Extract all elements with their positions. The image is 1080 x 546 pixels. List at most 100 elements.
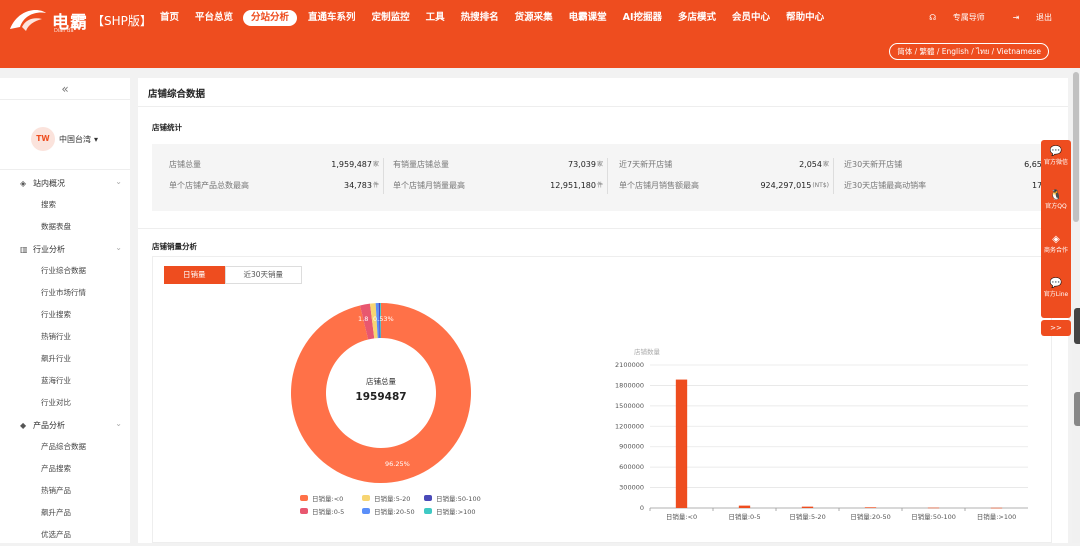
sidebar-item[interactable]: 行业搜索 [0,304,130,326]
brand-subtitle: Dian Ba [54,28,74,34]
legend-item[interactable]: 日销量:20-50 [362,504,424,517]
nav-item[interactable]: 分站分析 [243,10,298,26]
sidebar-item[interactable]: 行业市场行情 [0,282,130,304]
stat-label: 近30天店铺最高动销率 [844,181,927,190]
stat-unit: 件 [372,182,379,189]
nav-item[interactable]: 热搜排名 [461,10,499,26]
logout-link[interactable]: ⇥ 退出 [999,12,1052,23]
sidebar-section[interactable]: ◈ 站内概况 ⌄ [0,172,130,194]
nav-item[interactable]: 帮助中心 [786,10,824,26]
side-tool-button[interactable]: 💬 官方微信 [1041,140,1071,184]
tab-daily-sales[interactable]: 日销量 [164,266,225,284]
handshake-icon: ◈ [1052,234,1060,245]
legend-label: 日销量:<0 [312,494,344,503]
stat-label: 店铺总量 [169,160,201,169]
side-tool-label: 官方QQ [1045,203,1067,210]
sidebar-item[interactable]: 数据表盘 [0,216,130,238]
stat-column: 店铺总量 1,959,487家 单个店铺产品总数最高 34,783件 [169,158,379,200]
logo-icon [10,10,46,31]
sidebar-section-label: 产品分析 [33,420,65,430]
region-label: 中国台湾 [59,134,91,144]
sales-tabs: 日销量 近30天销量 [164,266,303,284]
analysis-section-title: 店铺销量分析 [152,242,197,251]
nav-item[interactable]: 货源采集 [515,10,553,26]
legend-label: 日销量:5-20 [374,494,411,503]
donut-center-value: 1959487 [355,391,407,403]
nav-item[interactable]: 多店模式 [678,10,716,26]
nav-item[interactable]: 会员中心 [732,10,770,26]
page-title: 店铺综合数据 [148,89,206,100]
side-tool-label: 官方Line [1043,291,1069,298]
region-selector[interactable]: TW 中国台湾 ▾ [31,127,98,151]
nav-item[interactable]: AI挖掘器 [623,10,662,26]
y-tick-label: 0 [640,504,644,512]
stat-row: 近30天店铺最高动销率177% [844,179,1054,200]
stat-value: 34,783 [343,181,372,190]
y-tick-label: 600000 [619,463,644,471]
brand-logo[interactable]: 电霸 【SHP版】 Dian Ba [8,6,152,34]
side-tool-button[interactable]: ◈ 商务合作 [1041,228,1071,272]
nav-item[interactable]: 直通车系列 [308,10,356,26]
legend-item[interactable]: 日销量:<0 [300,491,362,504]
stat-separator [607,158,608,194]
nav-item[interactable]: 平台总览 [195,10,233,26]
nav-item[interactable]: 电霸课堂 [569,10,607,26]
floating-tab-dark[interactable] [1074,308,1080,344]
bar[interactable] [738,505,751,508]
sidebar-item[interactable]: 产品综合数据 [0,436,130,458]
donut-center-title: 店铺总量 [366,377,396,386]
legend-label: 日销量:>100 [436,507,476,516]
sidebar-item[interactable]: 搜索 [0,194,130,216]
stat-label: 近7天新开店铺 [619,160,673,169]
tab-30day-sales[interactable]: 近30天销量 [224,266,303,284]
stat-unit: 家 [596,161,603,168]
bar[interactable] [864,507,877,508]
stat-column: 近7天新开店铺 2,054家 单个店铺月销售额最高 924,297,015(NT$) [619,158,829,200]
guide-link[interactable]: ☊ 专属导师 [915,12,985,23]
language-switcher[interactable]: 简体 / 繁體 / English / ไทย / Vietnamese [889,43,1049,60]
stat-value: 12,951,180 [550,181,596,190]
legend-item[interactable]: 日销量:5-20 [362,491,424,504]
sidebar-item[interactable]: 飙升行业 [0,348,130,370]
sidebar-item[interactable]: 热销行业 [0,326,130,348]
region-badge: TW [31,127,55,151]
slice-label: 1.8 [358,315,369,323]
sidebar-item[interactable]: 蓝海行业 [0,370,130,392]
side-tool-button[interactable]: 🐧 官方QQ [1041,184,1071,228]
stat-column: 有销量店铺总量 73,039家 单个店铺月销量最高 12,951,180件 [393,158,603,200]
sidebar-section[interactable]: ◆ 产品分析 ⌄ [0,414,130,436]
legend-item[interactable]: 日销量:0-5 [300,504,362,517]
legend-item[interactable]: 日销量:50-100 [424,491,486,504]
y-tick-label: 300000 [619,484,644,492]
bar[interactable] [801,506,814,508]
nav-item[interactable]: 工具 [426,10,445,26]
bar[interactable] [990,507,1003,509]
side-tool-button[interactable]: 💬 官方Line [1041,272,1071,316]
sidebar-item[interactable]: 热销产品 [0,480,130,502]
toolbar-expand-button[interactable]: >> [1041,320,1071,336]
sidebar-item[interactable]: 行业对比 [0,392,130,414]
nav-item[interactable]: 定制监控 [372,10,410,26]
side-tool-label: 官方微信 [1043,159,1068,166]
scrollbar-thumb[interactable] [1073,72,1079,222]
y-tick-label: 1800000 [615,381,644,389]
qq-icon: 🐧 [1049,190,1063,201]
sidebar-item[interactable]: 产品搜索 [0,458,130,480]
nav-item[interactable]: 首页 [160,10,179,26]
bar[interactable] [927,507,940,509]
floating-tab-gray[interactable] [1074,392,1080,426]
sidebar-item[interactable]: 行业综合数据 [0,260,130,282]
sidebar-item[interactable]: 飙升产品 [0,502,130,524]
bar[interactable] [675,379,688,508]
bar-chart: 店铺数量 0 300000 600000 900000 1200000 1500000 180… [615,347,1028,521]
x-tick-label: 日销量:20-50 [850,512,891,521]
x-tick-label: 日销量:<0 [666,512,697,521]
stat-row: 近30天新开店铺6,651家 [844,158,1054,179]
header-actions: ☊ 专属导师 ⇥ 退出 [901,12,1052,23]
y-axis-label: 店铺数量 [634,347,661,356]
collapse-sidebar-button[interactable]: « [0,78,130,100]
sidebar-section[interactable]: ▥ 行业分析 ⌄ [0,238,130,260]
x-tick-label: 日销量:>100 [977,512,1017,521]
legend-item[interactable]: 日销量:>100 [424,504,486,517]
stat-row: 近7天新开店铺 2,054家 [619,158,829,179]
